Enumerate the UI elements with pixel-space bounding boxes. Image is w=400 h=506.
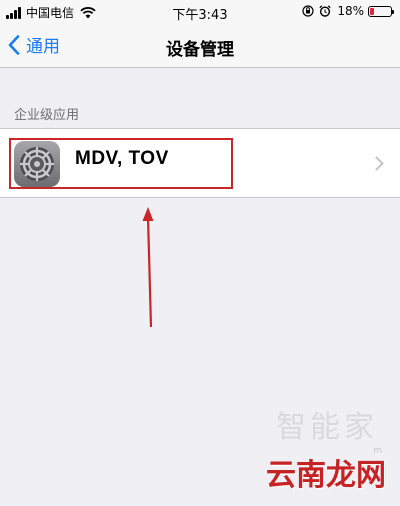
watermark: 智能家 m 云南龙网	[220, 388, 390, 498]
navigation-bar: 通用 设备管理	[0, 24, 400, 68]
battery-fill	[370, 7, 374, 15]
status-bar: 中国电信 下午3:43 18%	[0, 0, 400, 24]
enterprise-app-cell[interactable]: MDV, TOV	[0, 128, 400, 198]
status-right: 18%	[297, 4, 394, 18]
watermark-line2: 云南龙网	[266, 458, 386, 493]
section-header: 企业级应用	[14, 108, 80, 123]
alarm-icon	[319, 5, 331, 17]
annotation-arrow-icon	[142, 207, 154, 328]
page-title: 设备管理	[166, 40, 234, 60]
watermark-line1: 智能家	[276, 410, 378, 445]
battery-icon	[368, 5, 394, 17]
app-name: MDV, TOV	[75, 148, 169, 169]
settings-gear-icon	[14, 141, 60, 187]
battery-percent: 18%	[337, 4, 364, 18]
watermark-sub: m	[373, 446, 382, 456]
orientation-lock-icon	[302, 5, 314, 17]
chevron-right-icon	[375, 156, 384, 171]
